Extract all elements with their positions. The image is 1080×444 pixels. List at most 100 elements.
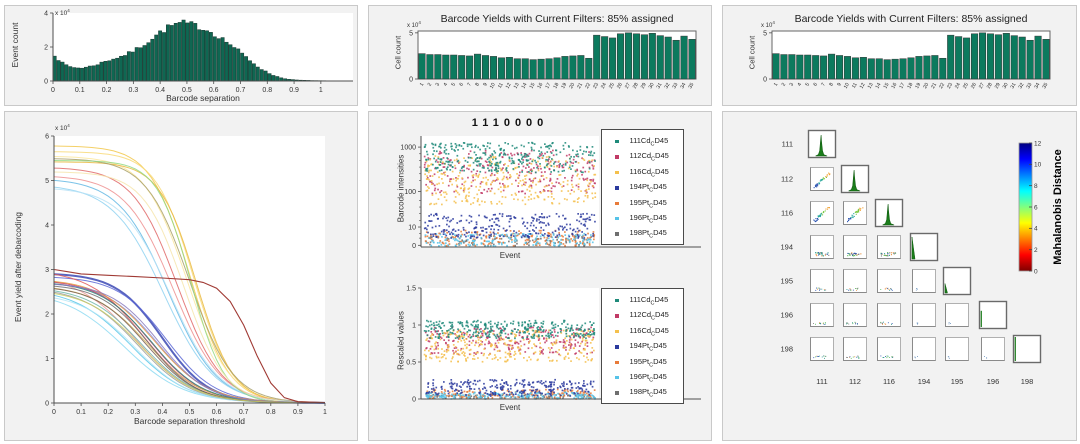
svg-text:0: 0 — [409, 77, 413, 84]
svg-text:6: 6 — [458, 82, 465, 88]
svg-text:3: 3 — [789, 82, 796, 88]
y-exponent-label: x 104 — [55, 8, 70, 17]
legend-intensities: 111CdCD45112CdCD45116CdCD45194PtCD45195P… — [601, 129, 684, 245]
svg-text:10: 10 — [489, 82, 497, 90]
legend-marker-icon — [615, 330, 619, 334]
x-tick-label: 0.6 — [212, 409, 222, 416]
svg-text:28: 28 — [986, 82, 994, 90]
legend-item: 194PtCD45 — [602, 339, 683, 354]
svg-text:18: 18 — [906, 82, 914, 90]
legend-marker-icon — [615, 232, 619, 236]
svg-text:7: 7 — [466, 82, 473, 88]
svg-text:5: 5 — [409, 30, 413, 37]
svg-text:32: 32 — [1018, 82, 1026, 90]
separation-threshold-axis-label: Barcode separation threshold — [54, 416, 325, 426]
legend-item: 195PtCD45 — [602, 355, 683, 370]
colorbar-tick-label: 0 — [1034, 268, 1038, 275]
svg-text:21: 21 — [930, 82, 938, 90]
y-exponent-label: x 104 — [761, 20, 775, 29]
grid-row-label: 196 — [780, 311, 793, 320]
x-tick-label: 1 — [323, 409, 327, 416]
svg-text:12: 12 — [859, 82, 867, 90]
svg-text:0: 0 — [412, 397, 416, 404]
grid-row-label: 111 — [782, 140, 793, 149]
legend-marker-icon — [615, 314, 619, 318]
svg-text:11: 11 — [497, 82, 505, 90]
svg-text:33: 33 — [671, 82, 679, 90]
svg-text:20: 20 — [568, 82, 576, 90]
barcode-tick-labels: 1234567891011121314151617181920212223242… — [773, 82, 1050, 90]
legend-marker-icon — [615, 217, 619, 221]
svg-text:2: 2 — [781, 82, 788, 88]
svg-text:25: 25 — [962, 82, 970, 90]
svg-text:34: 34 — [679, 82, 687, 90]
grid-row-label: 198 — [780, 345, 793, 354]
svg-text:21: 21 — [576, 82, 584, 90]
y-tick-label: 0 — [44, 79, 48, 86]
barcode-separation-axis-label: Barcode separation — [53, 93, 353, 103]
legend-channel-label: 198PtCD45 — [630, 228, 667, 240]
legend-item: 112CdCD45 — [602, 308, 683, 323]
legend-item: 112CdCD45 — [602, 149, 683, 164]
svg-text:1: 1 — [773, 82, 780, 88]
svg-text:17: 17 — [898, 82, 906, 90]
svg-text:1.5: 1.5 — [406, 286, 416, 293]
svg-text:31: 31 — [656, 82, 664, 90]
y-tick-label: 1 — [45, 356, 49, 363]
legend-marker-icon — [615, 155, 619, 159]
svg-text:1: 1 — [412, 323, 416, 330]
svg-text:26: 26 — [970, 82, 978, 90]
svg-text:5: 5 — [763, 30, 767, 37]
legend-channel-label: 196PtCD45 — [630, 372, 667, 384]
legend-marker-icon — [615, 391, 619, 395]
svg-text:35: 35 — [687, 82, 695, 90]
svg-text:25: 25 — [608, 82, 616, 90]
svg-text:30: 30 — [1002, 82, 1010, 90]
panel-separation-histogram: 00.10.20.30.40.50.60.70.80.91024 Event c… — [4, 5, 358, 106]
svg-text:6: 6 — [812, 82, 819, 88]
legend-channel-label: 112CdCD45 — [630, 151, 669, 163]
svg-text:3: 3 — [435, 82, 442, 88]
svg-text:24: 24 — [600, 82, 608, 90]
y-tick-label: 2 — [45, 312, 49, 319]
legend-channel-label: 111CdCD45 — [630, 136, 669, 148]
mahalanobis-colorbar: 024681012Mahalanobis Distance — [1019, 140, 1064, 275]
legend-channel-label: 195PtCD45 — [630, 357, 667, 369]
svg-text:19: 19 — [914, 82, 922, 90]
legend-item: 116CdCD45 — [602, 165, 683, 180]
colorbar-tick-label: 6 — [1034, 204, 1038, 211]
legend-item: 116CdCD45 — [602, 324, 683, 339]
legend-marker-icon — [615, 299, 619, 303]
mahalanobis-grid-chart: 1111121161941951961981111121161941951961… — [723, 112, 1076, 440]
svg-text:10: 10 — [408, 225, 416, 232]
grid-col-label: 111 — [816, 377, 827, 386]
legend-rescaled: 111CdCD45112CdCD45116CdCD45194PtCD45195P… — [601, 288, 684, 404]
legend-marker-icon — [615, 186, 619, 190]
legend-channel-label: 116CdCD45 — [630, 167, 669, 179]
svg-text:33: 33 — [1025, 82, 1033, 90]
grid-row-label: 194 — [780, 243, 793, 252]
svg-text:23: 23 — [946, 82, 954, 90]
svg-text:15: 15 — [883, 82, 891, 90]
grid-col-label: 116 — [883, 377, 895, 386]
event-axis-label: Event — [421, 251, 599, 260]
svg-text:15: 15 — [529, 82, 537, 90]
y-tick-label: 3 — [45, 267, 49, 274]
grid-col-label: 112 — [849, 377, 861, 386]
x-tick-label: 0.8 — [266, 409, 276, 416]
svg-text:23: 23 — [592, 82, 600, 90]
legend-channel-label: 112CdCD45 — [630, 310, 669, 322]
svg-text:28: 28 — [632, 82, 640, 90]
svg-text:4: 4 — [797, 82, 804, 88]
panel-barcode-yields-middle: 0512345678910111213141516171819202122232… — [368, 5, 712, 106]
legend-channel-label: 116CdCD45 — [630, 326, 669, 338]
svg-text:13: 13 — [513, 82, 521, 90]
svg-text:32: 32 — [664, 82, 672, 90]
x-tick-label: 0.2 — [103, 409, 113, 416]
legend-marker-icon — [615, 361, 619, 365]
colorbar-tick-label: 10 — [1034, 162, 1042, 169]
svg-text:13: 13 — [867, 82, 875, 90]
colorbar-tick-label: 8 — [1034, 183, 1038, 190]
x-tick-label: 0.3 — [130, 409, 140, 416]
svg-text:29: 29 — [640, 82, 648, 90]
